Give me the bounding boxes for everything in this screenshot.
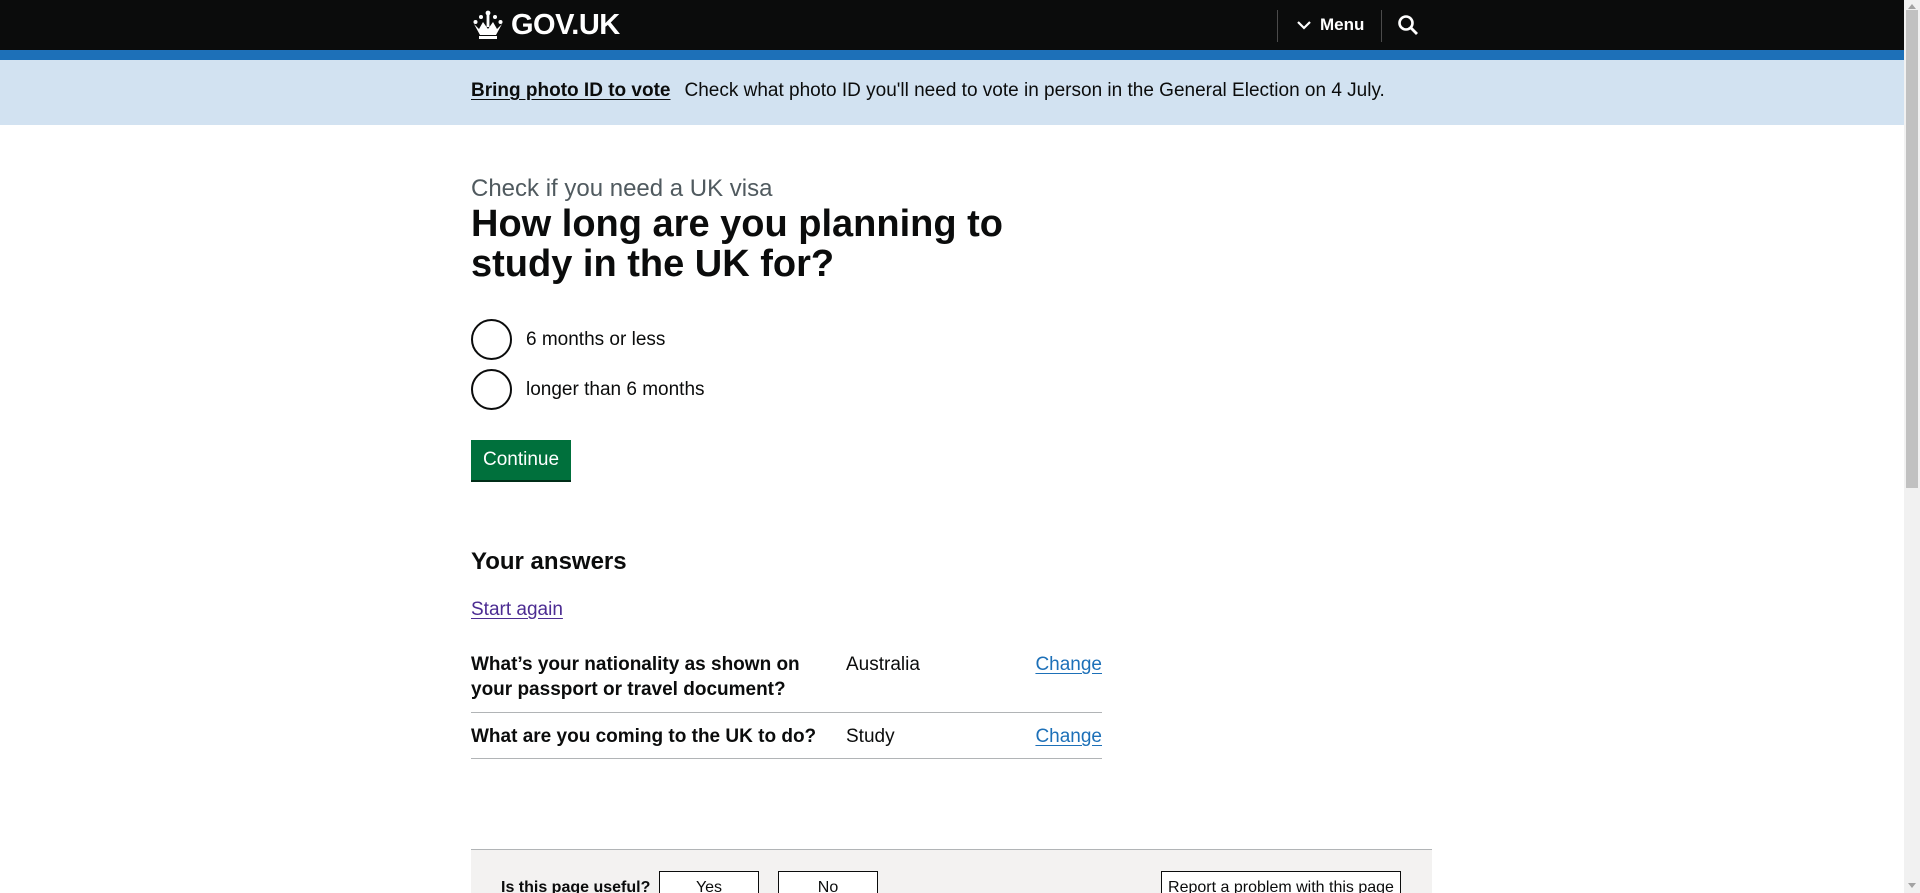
crown-icon [473, 10, 503, 39]
global-banner: Bring photo ID to vote Check what photo I… [0, 60, 1904, 125]
govuk-logo-link[interactable]: GOV.UK [471, 6, 620, 44]
radio-button[interactable] [471, 369, 512, 410]
page-title: How long are you planning to study in th… [471, 203, 1003, 285]
menu-button[interactable]: Menu [1296, 12, 1364, 38]
header-divider [1277, 10, 1278, 42]
radio-button[interactable] [471, 319, 512, 360]
answer-value: Study [846, 726, 895, 747]
radio-option-longer-than-6-months[interactable]: longer than 6 months [471, 369, 705, 410]
scroll-up-arrow-icon[interactable] [1908, 4, 1916, 9]
change-link[interactable]: Change [1035, 724, 1102, 749]
scroll-down-arrow-icon[interactable] [1908, 883, 1916, 888]
answer-question: What’s your nationality as shown on your… [471, 654, 800, 700]
report-problem-button[interactable]: Report a problem with this page [1161, 871, 1401, 893]
answers-heading: Your answers [471, 548, 627, 575]
chevron-down-icon [1297, 21, 1311, 30]
page-scrollbar[interactable] [1904, 0, 1920, 893]
answer-value: Australia [846, 654, 920, 675]
feedback-bar: Is this page useful? Yes No Report a pro… [471, 849, 1432, 893]
start-again-link[interactable]: Start again [471, 599, 563, 621]
radio-label[interactable]: 6 months or less [526, 329, 665, 351]
site-header: GOV.UK Menu [0, 0, 1904, 50]
continue-button[interactable]: Continue [471, 440, 571, 480]
feedback-yes-button[interactable]: Yes [659, 871, 759, 893]
radio-label[interactable]: longer than 6 months [526, 379, 705, 401]
header-divider [1381, 10, 1382, 42]
search-button[interactable] [1397, 14, 1421, 38]
scrollbar-thumb[interactable] [1906, 10, 1918, 488]
answer-question: What are you coming to the UK to do? [471, 726, 817, 747]
page-caption: Check if you need a UK visa [471, 175, 773, 202]
change-link[interactable]: Change [1035, 652, 1102, 677]
radio-option-6-months-or-less[interactable]: 6 months or less [471, 319, 665, 360]
feedback-question: Is this page useful? [501, 879, 651, 893]
answer-row-purpose: What are you coming to the UK to do? Stu… [471, 724, 1102, 759]
header-blue-bar [0, 50, 1904, 60]
feedback-no-button[interactable]: No [778, 871, 878, 893]
menu-label: Menu [1320, 15, 1365, 34]
banner-text: Check what photo ID you'll need to vote … [684, 80, 1385, 101]
logo-text: GOV.UK [511, 8, 620, 41]
banner-link[interactable]: Bring photo ID to vote [471, 80, 670, 101]
answer-row-nationality: What’s your nationality as shown on your… [471, 652, 1102, 713]
search-icon [1398, 15, 1418, 35]
